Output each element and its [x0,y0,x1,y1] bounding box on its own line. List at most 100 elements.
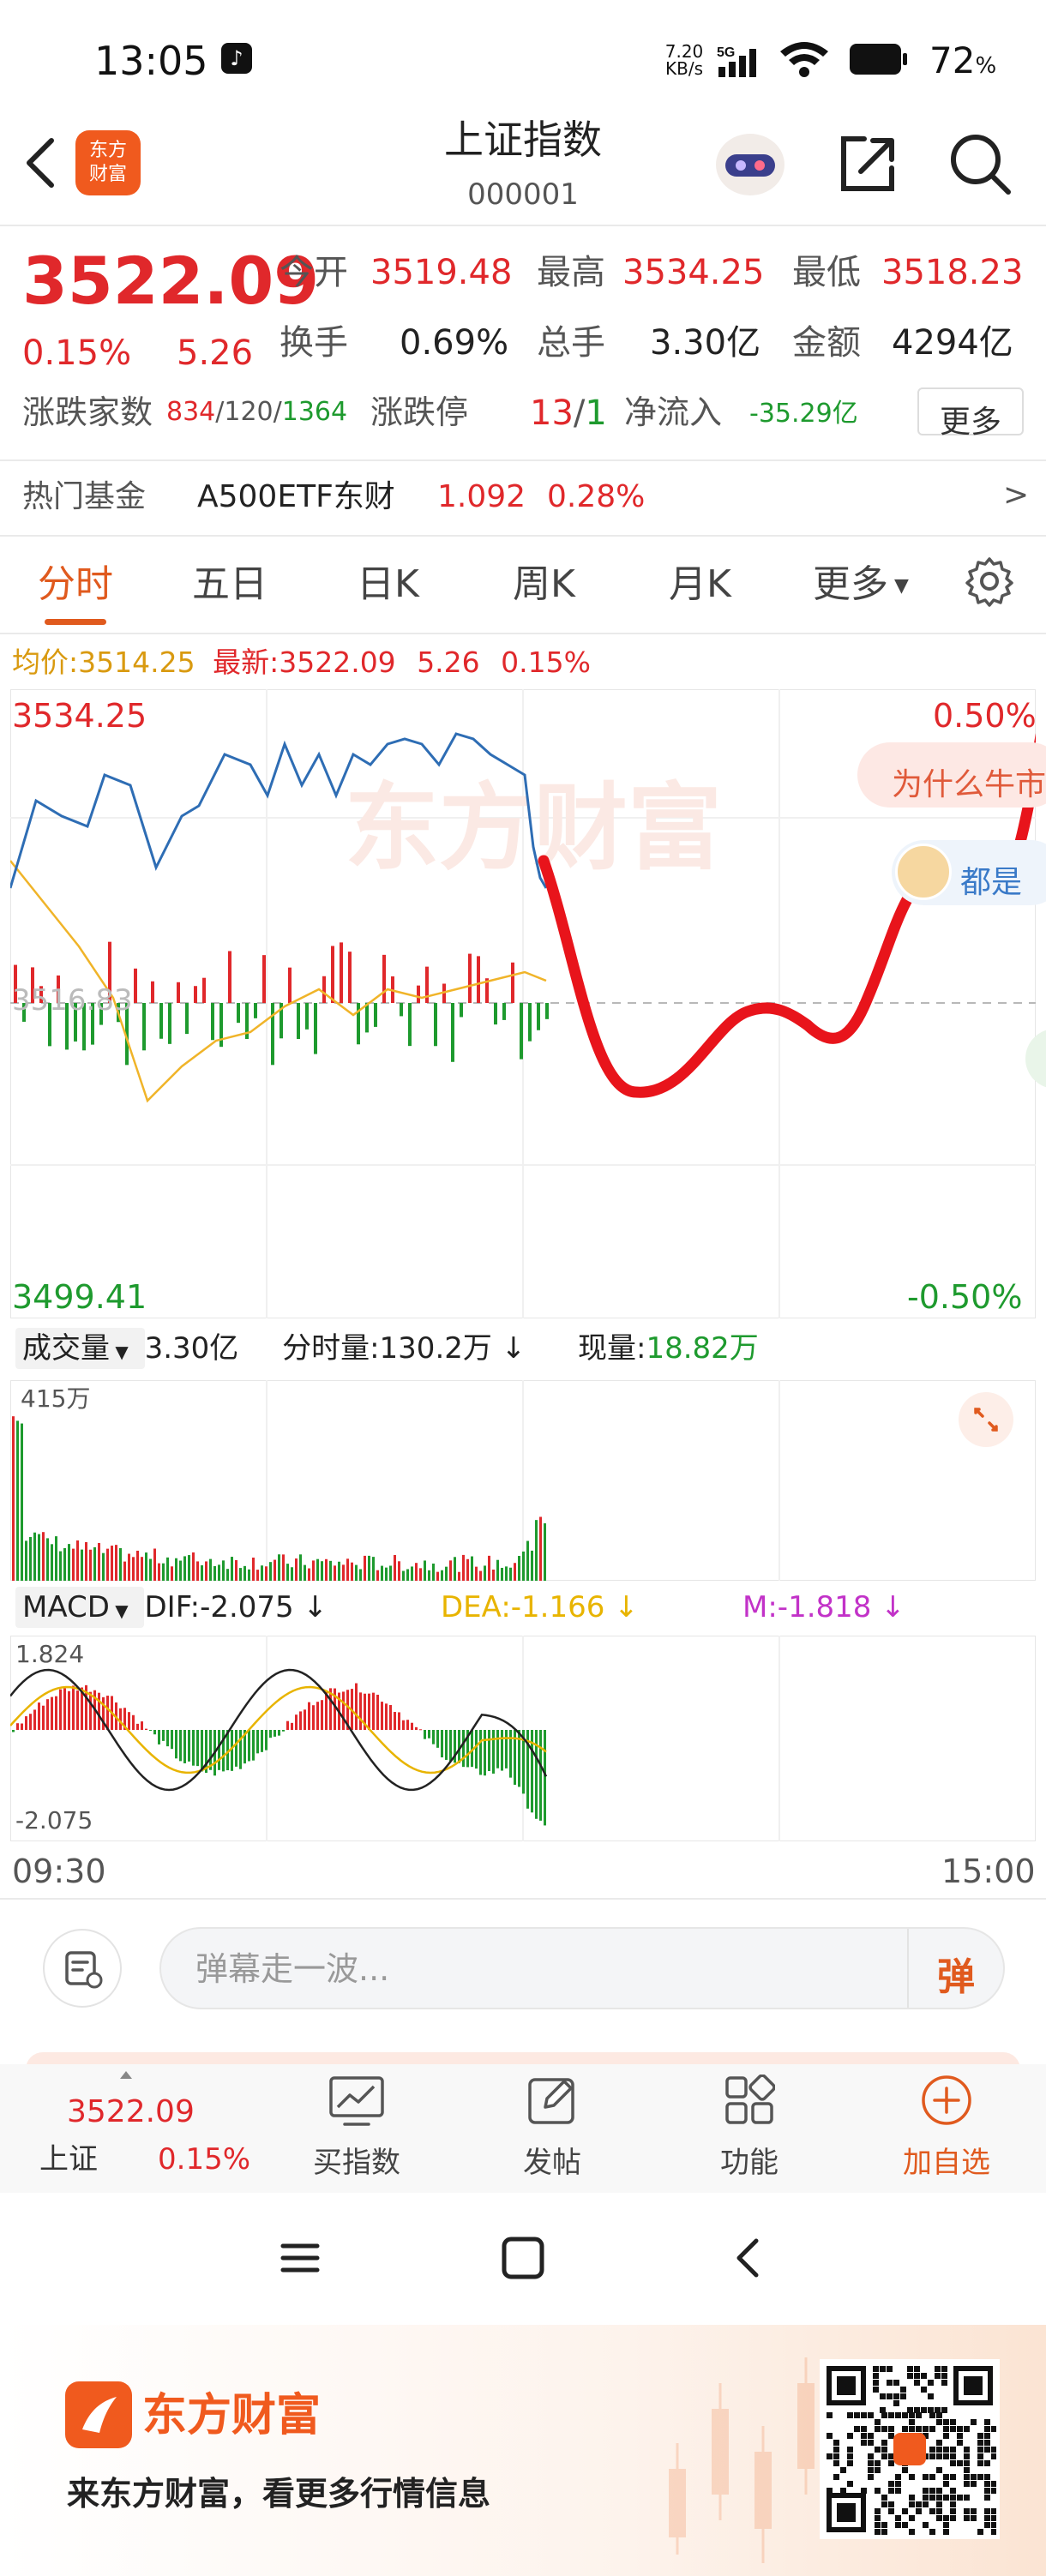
qr-module [833,2440,839,2446]
qr-module [881,2501,887,2507]
high-label: 最高 [537,253,605,292]
net-speed: 7.20 KB/s [660,43,708,77]
notes-button[interactable] [43,1929,122,2008]
more-button[interactable]: 更多 [917,387,1024,440]
macd-down-bar [252,1730,255,1761]
qr-module [868,2433,874,2439]
back-nav-button[interactable] [724,2232,775,2284]
qr-module [914,2380,920,2386]
qr-module [868,2460,874,2466]
qr-module [929,2508,935,2514]
volume-bar [145,1552,147,1581]
volume-bar [153,1548,156,1581]
tab-daily-k[interactable]: 日K [357,566,419,603]
volume-bar [21,1423,23,1581]
volume-bar [535,1520,538,1581]
danmu-bubble-1[interactable]: 为什么牛市 [857,742,1046,808]
qr-module [888,2488,894,2494]
macd-up-bar [55,1696,57,1730]
search-icon [951,135,1011,195]
volume-bar [471,1556,473,1581]
price-down-bar [502,1003,506,1020]
qr-module [895,2481,901,2487]
price-up-bar [134,968,137,1003]
volume-bar [136,1550,139,1581]
volume-total: 3.30亿 [144,1331,239,1366]
volume-bar [218,1564,220,1581]
robot-assistant-icon[interactable] [712,127,789,199]
nav-index-price[interactable]: 3522.09 [67,2097,195,2128]
tab-intraday[interactable]: 分时 [38,566,113,603]
macd-down-bar [265,1730,268,1750]
hot-fund-pct: 0.28% [547,479,646,514]
qr-code [820,2359,1000,2539]
nav-buy-index-label[interactable]: 买指数 [297,2148,417,2177]
danmu-placeholder: 弹幕走一波... [195,1950,390,1988]
qr-module [929,2447,935,2453]
volume-bar [282,1554,285,1581]
volume-bar [479,1570,482,1581]
arrow-down-icon: ↓ [293,1590,328,1624]
caret-down-icon: ▼ [110,1342,129,1362]
macd-down-bar [239,1730,242,1769]
price-up-bar [202,977,206,1003]
tab-monthly-k[interactable]: 月K [669,566,731,603]
chart-settings-button[interactable] [964,555,1015,607]
nav-functions-label[interactable]: 功能 [689,2148,809,2177]
volume-bar [183,1556,186,1581]
tab-more[interactable]: 更多 ▼ [813,566,909,603]
volume-bar [466,1558,469,1581]
nav-index-name[interactable]: 上证 [39,2145,98,2174]
qr-module [923,2501,929,2507]
macd-header: MACD ▼ DIF:-2.075 ↓ [15,1587,328,1628]
tick-volume-label: 分时量: [282,1331,380,1366]
expand-button[interactable] [959,1392,1013,1447]
tab-five-day[interactable]: 五日 [192,566,268,603]
macd-selector[interactable]: MACD ▼ [15,1587,145,1628]
macd-chart[interactable]: 1.824 -2.075 [9,1635,1037,1842]
macd-up-bar [389,1705,392,1730]
qr-module [936,2488,942,2494]
nav-post-label[interactable]: 发帖 [492,2148,612,2177]
qr-module [873,2366,879,2372]
qr-module [936,2495,942,2501]
qr-module [991,2481,997,2487]
macd-up-bar [381,1702,383,1730]
banner-slogan: 来东方财富，看更多行情信息 [67,2475,491,2513]
macd-up-bar [355,1683,358,1730]
macd-up-bar [119,1708,122,1730]
qr-module [929,2488,935,2494]
qr-module [935,2366,941,2372]
search-button[interactable] [947,130,1015,199]
tab-weekly-k[interactable]: 周K [513,566,575,603]
open-value: 3519.48 [370,253,513,292]
qr-module [984,2426,990,2432]
qr-module [964,2515,970,2521]
nav-index-pct[interactable]: 0.15% [158,2145,250,2174]
volume-chart[interactable]: 415万 [9,1379,1037,1582]
nav-add-watchlist-label[interactable]: 加自选 [887,2148,1007,2177]
open-label: 今开 [280,253,348,292]
qr-module [893,2380,899,2386]
qr-module [923,2488,929,2494]
volume-selector[interactable]: 成交量 ▼ [15,1328,145,1369]
menu-button[interactable] [274,2232,326,2284]
volume-bar [243,1565,246,1581]
chart-mid-label: 3516.83 [12,983,133,1018]
hot-fund-row[interactable]: 热门基金 A500ETF东财 1.092 0.28% > [0,463,1046,533]
chart-trend-icon [329,2076,384,2126]
qr-module [971,2481,977,2487]
qr-module [833,2447,839,2453]
danmu-toggle-button[interactable]: 弹 [907,1929,1003,2008]
qr-module [895,2522,901,2528]
volume-bar [81,1549,83,1581]
qr-module [929,2453,935,2459]
macd-down-bar [441,1730,443,1758]
macd-down-bar [428,1730,430,1738]
macd-up-bar [299,1711,302,1730]
share-button[interactable] [835,132,900,197]
avg-value: 3514.25 [78,646,195,679]
home-button[interactable] [496,2232,550,2284]
qr-module [977,2474,983,2480]
volume-bar [291,1567,293,1581]
